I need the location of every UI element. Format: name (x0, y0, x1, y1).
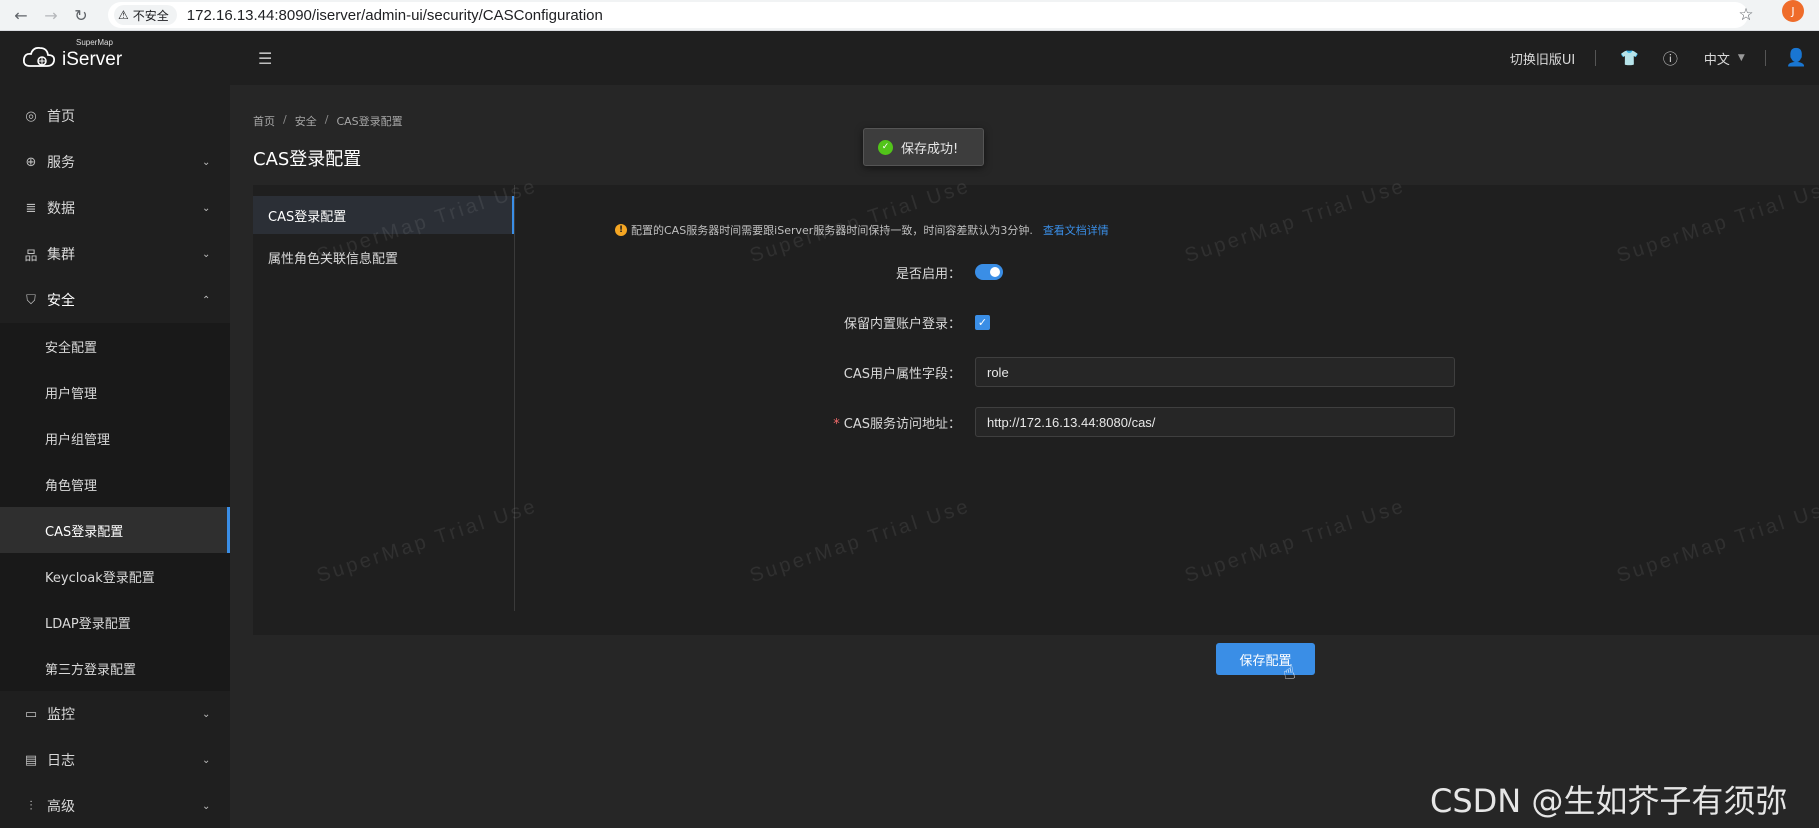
sidebar-subitem-user-management[interactable]: 用户管理 (0, 369, 230, 415)
log-icon: ▤ (24, 752, 38, 768)
sidebar-subitem-security-config[interactable]: 安全配置 (0, 323, 230, 369)
sidebar-item-label: 首页 (47, 109, 75, 125)
sidebar-item-home[interactable]: ◎ 首页 (0, 93, 230, 139)
security-indicator[interactable]: ⚠ 不安全 (114, 5, 177, 25)
breadcrumb-home[interactable]: 首页 (253, 113, 275, 129)
forward-icon[interactable]: → (36, 3, 66, 27)
attr-field-label: CAS用户属性字段： (843, 366, 961, 382)
switch-old-ui-link[interactable]: 切换旧版UI (1490, 49, 1595, 68)
sidebar-item-label: 数据 (47, 201, 75, 217)
keep-builtin-label: 保留内置账户登录： (843, 316, 961, 332)
service-url-input[interactable] (975, 407, 1455, 437)
chevron-down-icon: ⌄ (202, 248, 211, 260)
profile-avatar[interactable]: J (1782, 0, 1804, 22)
chevron-down-icon: ⌄ (202, 156, 211, 168)
language-select[interactable]: 中文 ▼ (1690, 49, 1765, 68)
config-panel: CAS登录配置 属性角色关联信息配置 ! 配置的CAS服务器时间需要跟iServ… (253, 185, 1819, 635)
form-row-attr-field: CAS用户属性字段： (515, 357, 1815, 387)
sidebar-subitem-keycloak-login[interactable]: Keycloak登录配置 (0, 553, 230, 599)
sidebar-subitem-cas-login[interactable]: CAS登录配置 (0, 507, 230, 553)
sidebar-item-security[interactable]: ⛉ 安全 ⌃ (0, 277, 230, 323)
sidebar-item-data[interactable]: ≣ 数据 ⌄ (0, 185, 230, 231)
services-icon: ⊕ (25, 154, 37, 170)
supermap-logo[interactable]: SuperMap iServer (22, 38, 123, 71)
breadcrumb-separator: / (283, 113, 287, 126)
form-row-keep-builtin: 保留内置账户登录： ✓ (515, 307, 1815, 337)
chevron-down-icon: ⌄ (202, 800, 211, 812)
bookmark-star-icon[interactable]: ☆ (1735, 3, 1757, 27)
service-url-label-wrap: * CAS服务访问地址： (515, 413, 975, 432)
success-toast: ✓ 保存成功! (863, 128, 984, 166)
service-url-label: CAS服务访问地址： (843, 416, 961, 432)
dashboard-icon: ◎ (25, 108, 37, 124)
menu-collapse-icon[interactable]: ☰ (258, 49, 272, 68)
help-icon[interactable]: ⓘ (1651, 48, 1690, 69)
sidebar-item-services[interactable]: ⊕ 服务 ⌄ (0, 139, 230, 185)
check-circle-icon: ✓ (878, 139, 893, 155)
back-icon[interactable]: ← (6, 3, 36, 27)
chevron-down-icon: ⌄ (202, 754, 211, 766)
sidebar: ◎ 首页 ⊕ 服务 ⌄ ≣ 数据 ⌄ 品 集群 ⌄ ⛉ 安全 ⌃ 安全配置 用户… (0, 85, 230, 828)
browser-toolbar: ← → ↻ ⚠ 不安全 172.16.13.44:8090/iserver/ad… (0, 0, 1819, 31)
required-asterisk: * (833, 416, 840, 432)
sidebar-item-advanced[interactable]: ⫶ 高级 ⌄ (0, 783, 230, 828)
sidebar-item-label: 监控 (47, 707, 75, 723)
sidebar-subitem-ldap-login[interactable]: LDAP登录配置 (0, 599, 230, 645)
sidebar-item-label: 日志 (47, 753, 75, 769)
enable-toggle[interactable] (975, 264, 1003, 280)
keep-builtin-checkbox[interactable]: ✓ (975, 314, 990, 330)
sidebar-item-monitor[interactable]: ▭ 监控 ⌄ (0, 691, 230, 737)
view-docs-link[interactable]: 查看文档详情 (1043, 222, 1109, 238)
address-bar[interactable]: ⚠ 不安全 172.16.13.44:8090/iserver/admin-ui… (108, 2, 1748, 28)
reload-icon[interactable]: ↻ (66, 3, 96, 27)
page-title: CAS登录配置 (253, 149, 362, 170)
warning-icon: ⚠ (118, 8, 129, 22)
monitor-icon: ▭ (24, 706, 38, 722)
sidebar-item-label: 集群 (47, 247, 75, 263)
enable-label: 是否启用： (895, 266, 961, 282)
advanced-icon: ⫶ (29, 798, 33, 814)
logo-text: iServer (62, 49, 123, 70)
attr-field-input[interactable] (975, 357, 1455, 387)
language-label: 中文 (1703, 52, 1730, 68)
save-config-button[interactable]: 保存配置 (1216, 643, 1315, 675)
breadcrumb-current: CAS登录配置 (336, 115, 403, 128)
sidebar-item-label: 高级 (47, 799, 75, 815)
logo-subtext: SuperMap (76, 38, 113, 47)
chevron-down-icon: ⌄ (202, 708, 211, 720)
warning-circle-icon: ! (615, 224, 627, 236)
cluster-icon: 品 (24, 248, 38, 264)
sidebar-item-label: 安全 (47, 293, 75, 309)
security-label: 不安全 (132, 8, 169, 23)
sidebar-item-label: 服务 (47, 155, 75, 171)
chevron-down-icon: ⌄ (202, 202, 211, 214)
sidebar-subitem-third-party-login[interactable]: 第三方登录配置 (0, 645, 230, 691)
breadcrumb-separator: / (324, 113, 329, 126)
theme-icon[interactable]: 👕 (1596, 49, 1651, 67)
caret-down-icon: ▼ (1737, 53, 1745, 63)
sidebar-item-cluster[interactable]: 品 集群 ⌄ (0, 231, 230, 277)
sidebar-subitem-usergroup-management[interactable]: 用户组管理 (0, 415, 230, 461)
breadcrumb: 首页 / 安全 / CAS登录配置 (253, 113, 403, 129)
user-icon[interactable]: 👤 (1766, 48, 1819, 68)
cloud-logo-icon (22, 46, 56, 67)
form-row-service-url: * CAS服务访问地址： (515, 407, 1815, 437)
app-header: SuperMap iServer ☰ 切换旧版UI 👕 ⓘ 中文 ▼ 👤 (0, 31, 1819, 85)
sidebar-item-logs[interactable]: ▤ 日志 ⌄ (0, 737, 230, 783)
chevron-up-icon: ⌃ (202, 294, 211, 306)
shield-icon: ⛉ (26, 292, 36, 308)
breadcrumb-security[interactable]: 安全 (295, 113, 317, 129)
toast-message: 保存成功! (901, 141, 959, 157)
csdn-caption: CSDN @生如芥子有须弥 (1430, 782, 1788, 820)
url-text[interactable]: 172.16.13.44:8090/iserver/admin-ui/secur… (187, 7, 603, 24)
database-icon: ≣ (25, 200, 37, 216)
sidebar-subitem-role-management[interactable]: 角色管理 (0, 461, 230, 507)
